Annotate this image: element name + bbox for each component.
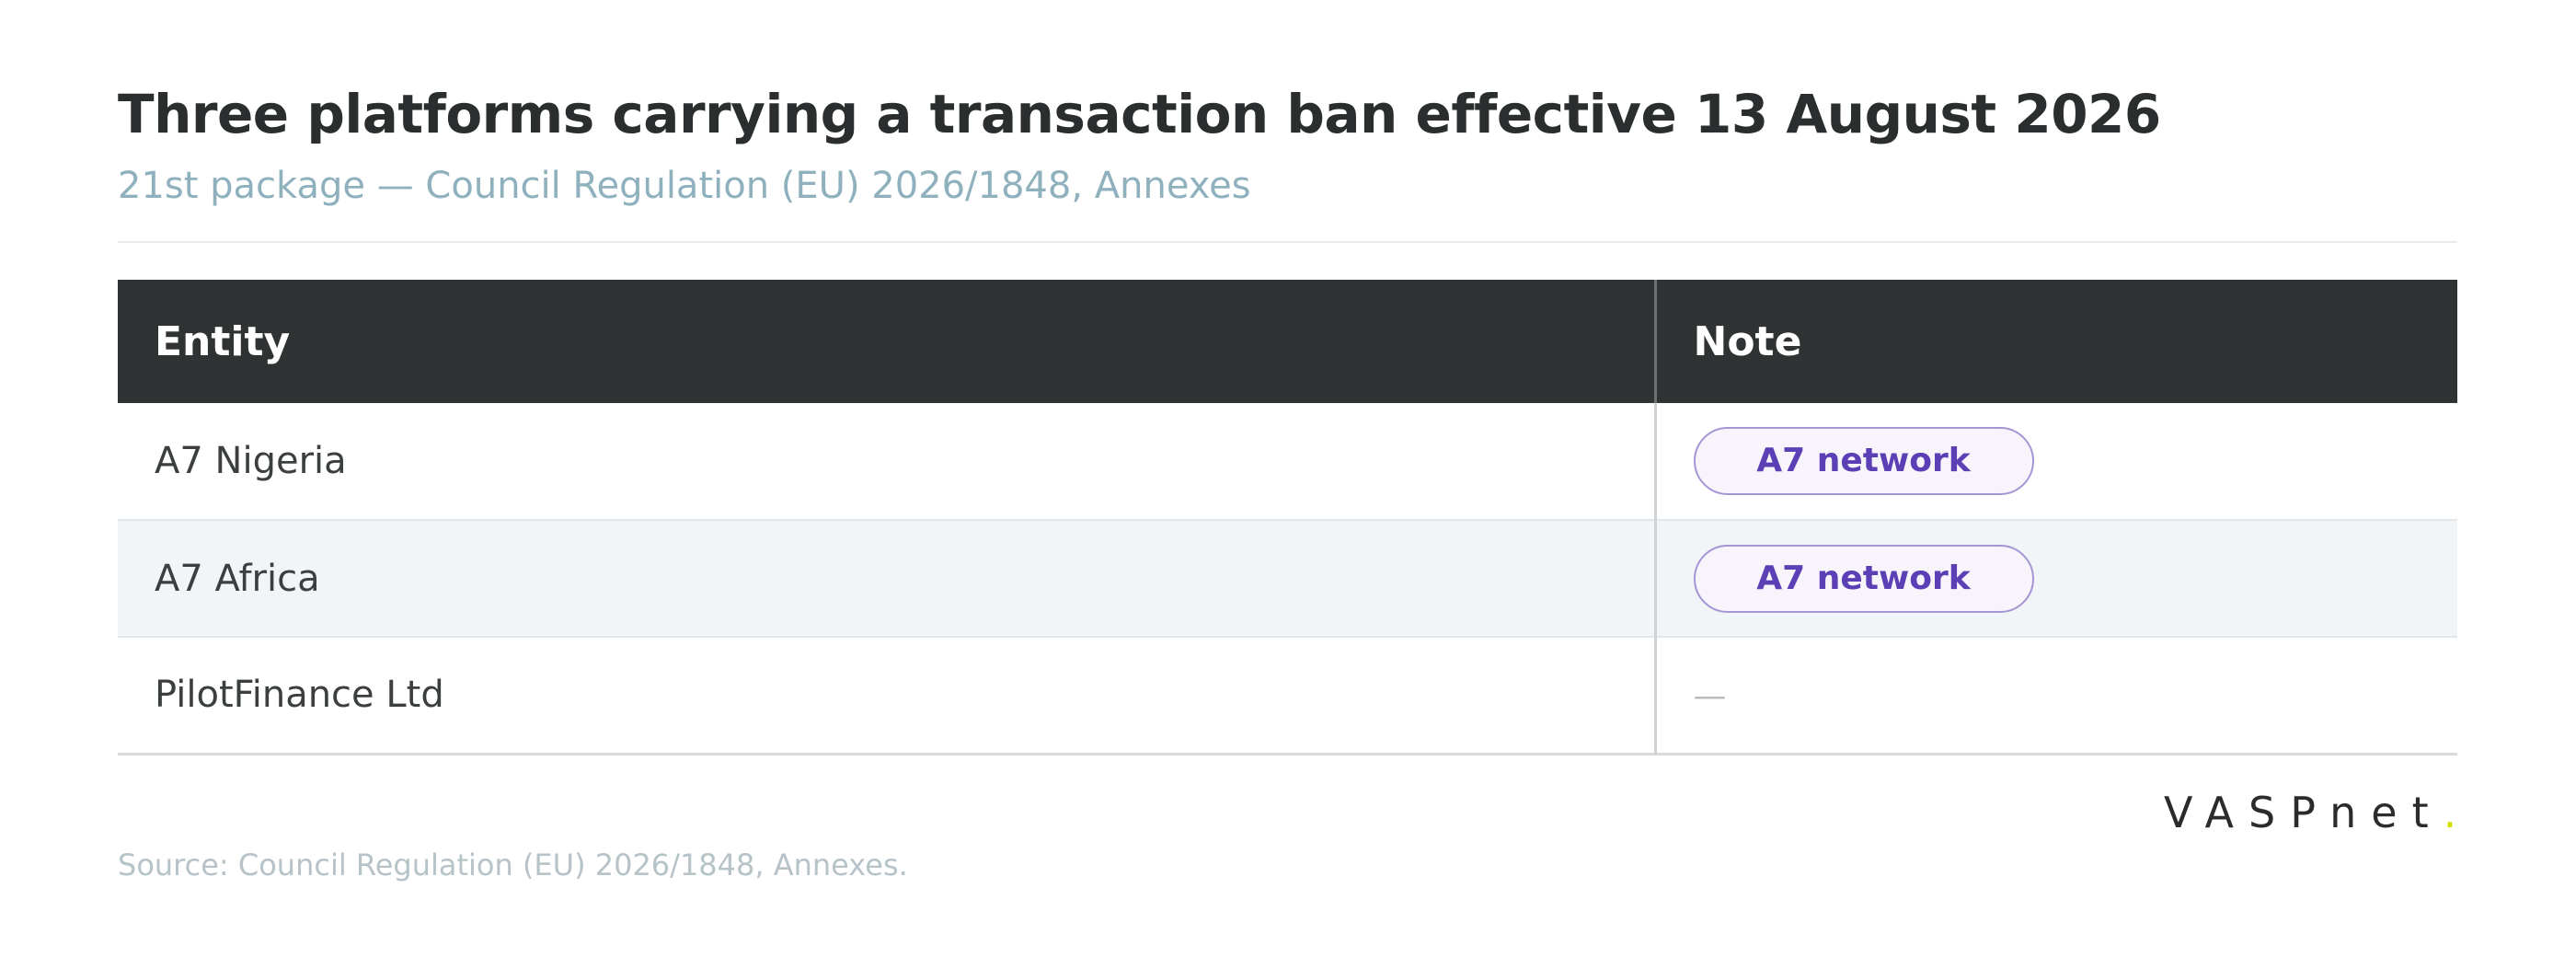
note-cell: A7 network [1653,520,2457,637]
note-cell: A7 network [1653,403,2457,520]
brand-logo-text: VASPnet [2164,788,2444,837]
network-badge: A7 network [1693,544,2034,613]
table-row: A7 Nigeria A7 network [118,403,2457,520]
column-header-note: Note [1653,280,2457,403]
entity-cell: PilotFinance Ltd [155,674,444,717]
note-cell: — [1653,637,2457,754]
brand-logo: VASPnet. [2164,788,2471,837]
network-badge: A7 network [1693,427,2034,495]
brand-logo-dot: . [2443,788,2472,837]
empty-note-dash: — [1693,677,1727,716]
column-header-entity: Entity [155,317,291,365]
page-title: Three platforms carrying a transaction b… [118,83,2161,145]
table-header-row: Entity Note [118,280,2457,403]
entity-cell: A7 Africa [155,557,320,600]
page-subtitle: 21st package — Council Regulation (EU) 2… [118,165,1251,207]
entity-cell: A7 Nigeria [155,440,347,482]
table-row: A7 Africa A7 network [118,520,2457,637]
title-divider [118,241,2457,243]
table-row: PilotFinance Ltd — [118,637,2457,754]
source-note: Source: Council Regulation (EU) 2026/184… [118,847,908,882]
entity-table: Entity Note A7 Nigeria A7 network A7 Afr… [118,280,2457,755]
